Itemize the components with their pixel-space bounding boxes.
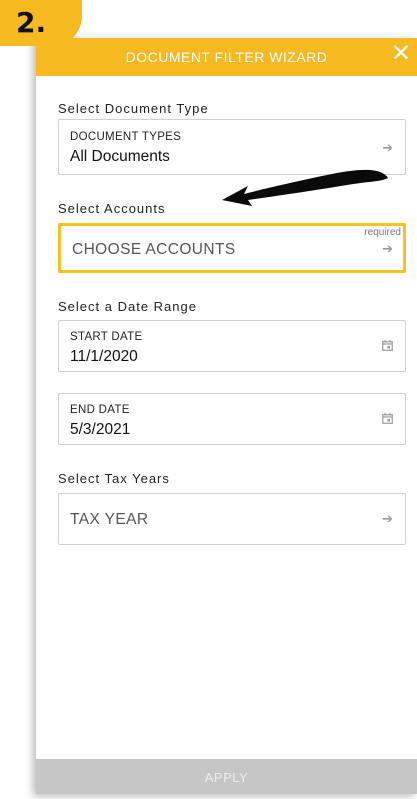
document-filter-wizard-panel: DOCUMENT FILTER WIZARD ✕ Select Document… — [36, 38, 417, 794]
date-range-section-label: Select a Date Range — [58, 299, 197, 314]
required-indicator: required — [364, 227, 401, 238]
start-date-field[interactable]: START DATE 11/1/2020 — [58, 320, 406, 372]
annotation-arrow-icon — [222, 169, 388, 206]
wizard-title: DOCUMENT FILTER WIZARD — [125, 49, 328, 65]
tax-year-field[interactable]: TAX YEAR ➔ — [58, 493, 406, 545]
arrow-right-icon: ➔ — [382, 140, 393, 155]
document-type-value: All Documents — [70, 148, 170, 165]
calendar-icon[interactable] — [382, 339, 393, 354]
accounts-section-label: Select Accounts — [58, 201, 166, 216]
apply-button[interactable]: APPLY — [36, 759, 417, 794]
end-date-field[interactable]: END DATE 5/3/2021 — [58, 393, 406, 445]
tax-years-section-label: Select Tax Years — [58, 471, 170, 486]
document-type-section-label: Select Document Type — [58, 101, 209, 116]
tax-year-placeholder: TAX YEAR — [70, 511, 149, 528]
wizard-header: DOCUMENT FILTER WIZARD ✕ — [36, 38, 417, 76]
start-date-value: 11/1/2020 — [70, 348, 138, 365]
step-number-badge: 2. — [0, 0, 82, 46]
start-date-label: START DATE — [70, 331, 143, 343]
close-icon[interactable]: ✕ — [391, 42, 411, 66]
calendar-icon[interactable] — [382, 412, 393, 427]
choose-accounts-placeholder: CHOOSE ACCOUNTS — [72, 241, 236, 258]
arrow-right-icon: ➔ — [382, 511, 393, 526]
choose-accounts-field[interactable]: required CHOOSE ACCOUNTS ➔ — [58, 223, 406, 273]
arrow-right-icon: ➔ — [382, 241, 393, 256]
end-date-label: END DATE — [70, 404, 130, 416]
end-date-value: 5/3/2021 — [70, 421, 131, 438]
document-type-field-label: DOCUMENT TYPES — [70, 131, 182, 143]
